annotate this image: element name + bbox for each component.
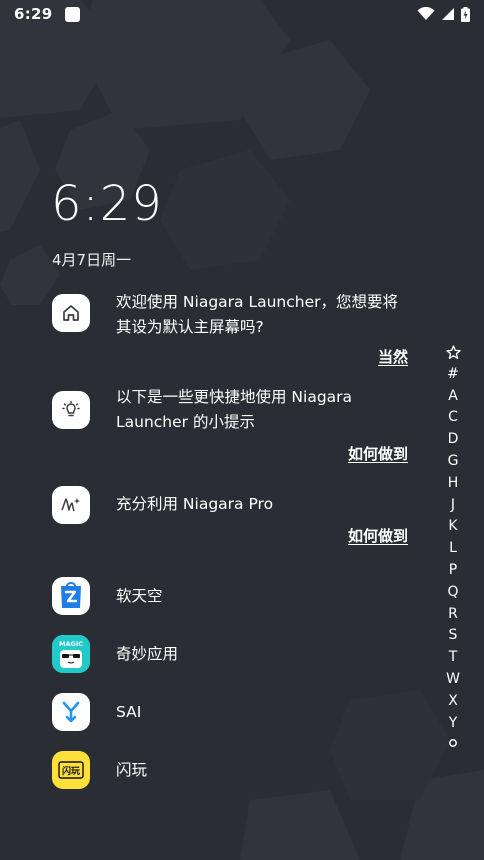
- favorites-star-icon[interactable]: [445, 342, 461, 364]
- shanwan-icon: 闪玩: [52, 751, 90, 789]
- signal-icon: [441, 7, 455, 21]
- alphabet-letter[interactable]: L: [446, 538, 460, 560]
- alphabet-letter[interactable]: A: [446, 386, 460, 408]
- tips-card-text: 以下是一些更快捷地使用 Niagara Launcher 的小提示: [116, 388, 353, 431]
- battery-charging-icon: [461, 6, 470, 22]
- notification-square-icon: [64, 6, 80, 22]
- status-icons: [417, 6, 470, 22]
- alphabet-letters[interactable]: # A C D G H J K L P Q R S T W X Y: [446, 364, 460, 735]
- pro-card[interactable]: 充分利用 Niagara Pro: [52, 486, 412, 524]
- alphabet-letter[interactable]: X: [446, 691, 460, 713]
- magic-badge-text: MAGIC: [59, 640, 83, 648]
- tips-card[interactable]: 以下是一些更快捷地使用 Niagara Launcher 的小提示: [52, 388, 412, 435]
- alphabet-letter[interactable]: T: [446, 647, 460, 669]
- home-clock[interactable]: 6:29: [51, 176, 163, 232]
- sai-icon: [52, 693, 90, 731]
- welcome-card[interactable]: 欢迎使用 Niagara Launcher，您想要将其设为默认主屏幕吗?: [52, 293, 412, 340]
- app-name: SAI: [116, 703, 142, 721]
- pro-how-button[interactable]: 如何做到: [348, 525, 408, 546]
- app-item[interactable]: SAI: [52, 693, 412, 731]
- alphabet-scrollbar[interactable]: # A C D G H J K L P Q R S T W X Y: [440, 342, 466, 756]
- niagara-pro-icon: [52, 486, 90, 524]
- app-item[interactable]: 闪玩 闪玩: [52, 751, 412, 789]
- shanwan-badge-text: 闪玩: [62, 765, 80, 777]
- app-name: 软天空: [116, 587, 163, 605]
- settings-circle-icon[interactable]: [448, 734, 458, 756]
- alphabet-letter[interactable]: P: [446, 560, 460, 582]
- magic-app-icon: MAGIC: [52, 635, 90, 673]
- set-default-button[interactable]: 当然: [378, 346, 408, 367]
- alphabet-letter[interactable]: #: [446, 364, 460, 386]
- welcome-card-text: 欢迎使用 Niagara Launcher，您想要将其设为默认主屏幕吗?: [116, 293, 398, 336]
- wifi-icon: [417, 7, 435, 21]
- alphabet-letter[interactable]: D: [446, 429, 460, 451]
- alphabet-letter[interactable]: Q: [446, 582, 460, 604]
- alphabet-letter[interactable]: H: [446, 473, 460, 495]
- alphabet-letter[interactable]: W: [446, 669, 460, 691]
- home-date[interactable]: 4月7日周一: [52, 249, 131, 270]
- pro-card-text: 充分利用 Niagara Pro: [116, 495, 274, 513]
- tips-how-button[interactable]: 如何做到: [348, 443, 408, 464]
- alphabet-letter[interactable]: J: [446, 495, 460, 517]
- alphabet-letter[interactable]: Y: [446, 713, 460, 735]
- alphabet-letter[interactable]: R: [446, 604, 460, 626]
- app-item[interactable]: MAGIC 奇妙应用: [52, 635, 412, 673]
- lightbulb-icon: [52, 391, 90, 429]
- ruantiankong-icon: [52, 577, 90, 615]
- app-name: 奇妙应用: [116, 645, 179, 663]
- alphabet-letter[interactable]: G: [446, 451, 460, 473]
- status-time: 6:29: [14, 5, 53, 23]
- alphabet-letter[interactable]: S: [446, 625, 460, 647]
- status-bar: 6:29: [0, 0, 484, 28]
- app-item[interactable]: 软天空: [52, 577, 412, 615]
- alphabet-letter[interactable]: C: [446, 407, 460, 429]
- home-icon: [52, 294, 90, 332]
- app-name: 闪玩: [116, 761, 148, 779]
- alphabet-letter[interactable]: K: [446, 516, 460, 538]
